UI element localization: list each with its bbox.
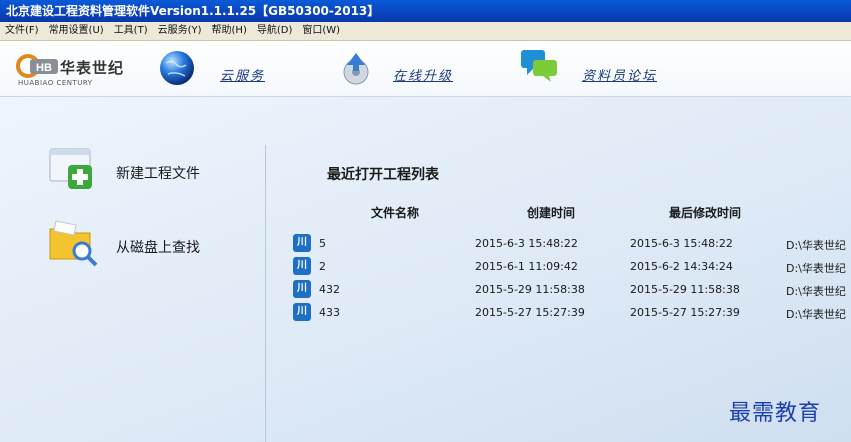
- upgrade-icon[interactable]: [337, 49, 375, 87]
- window-title: 北京建设工程资料管理软件Version1.1.1.25【GB50300-2013…: [0, 0, 851, 22]
- logo-name: 华表世纪: [60, 59, 125, 77]
- file-path: D:\华表世纪: [786, 308, 846, 321]
- project-file-icon: 川: [293, 257, 311, 275]
- menu-settings[interactable]: 常用设置(U): [44, 22, 109, 40]
- table-row[interactable]: 川 432 2015-5-29 11:58:38 2015-5-29 11:58…: [0, 279, 851, 301]
- project-file-icon: 川: [293, 303, 311, 321]
- modified-time: 2015-5-27 15:27:39: [630, 306, 740, 319]
- menu-cloud[interactable]: 云服务(Y): [153, 22, 207, 40]
- recent-projects-title: 最近打开工程列表: [327, 167, 439, 183]
- modified-time: 2015-6-2 14:34:24: [630, 260, 733, 273]
- project-file-icon: 川: [293, 280, 311, 298]
- menu-nav[interactable]: 导航(D): [252, 22, 298, 40]
- file-name[interactable]: 432: [319, 283, 340, 296]
- svg-text:HB: HB: [36, 62, 52, 74]
- cloud-service-link[interactable]: 云服务: [220, 65, 265, 84]
- new-project-label[interactable]: 新建工程文件: [116, 163, 200, 183]
- table-row[interactable]: 川 2 2015-6-1 11:09:42 2015-6-2 14:34:24 …: [0, 256, 851, 278]
- file-name[interactable]: 433: [319, 306, 340, 319]
- menu-help[interactable]: 帮助(H): [207, 22, 252, 40]
- file-path: D:\华表世纪: [786, 285, 846, 298]
- watermark: 最需教育: [729, 401, 822, 426]
- column-header-name: 文件名称: [371, 206, 420, 220]
- logo-icon: HB: [16, 54, 58, 78]
- column-header-created: 创建时间: [527, 206, 576, 220]
- chat-bubble-icon[interactable]: [519, 48, 559, 84]
- created-time: 2015-6-1 11:09:42: [475, 260, 578, 273]
- menu-tools[interactable]: 工具(T): [109, 22, 153, 40]
- table-row[interactable]: 川 433 2015-5-27 15:27:39 2015-5-27 15:27…: [0, 302, 851, 324]
- file-path: D:\华表世纪: [786, 262, 846, 275]
- menu-file[interactable]: 文件(F): [0, 22, 44, 40]
- project-file-icon: 川: [293, 234, 311, 252]
- file-name[interactable]: 2: [319, 260, 326, 273]
- created-time: 2015-5-27 15:27:39: [475, 306, 585, 319]
- file-path: D:\华表世纪: [786, 239, 846, 252]
- menu-window[interactable]: 窗口(W): [297, 22, 345, 40]
- modified-time: 2015-6-3 15:48:22: [630, 237, 733, 250]
- toolbar: HB 华表世纪 HUABIAO CENTURY 云服务 在线升级 资料员论坛: [0, 41, 851, 97]
- start-page: 新建工程文件 从磁盘上查找 最近打开工程列表 文件名称 创建时间 最后修改时间 …: [0, 97, 851, 442]
- globe-icon[interactable]: [158, 49, 196, 87]
- modified-time: 2015-5-29 11:58:38: [630, 283, 740, 296]
- logo-subtitle: HUABIAO CENTURY: [18, 79, 93, 87]
- created-time: 2015-6-3 15:48:22: [475, 237, 578, 250]
- menu-bar: 文件(F) 常用设置(U) 工具(T) 云服务(Y) 帮助(H) 导航(D) 窗…: [0, 22, 851, 41]
- new-file-icon[interactable]: [46, 143, 98, 191]
- forum-link[interactable]: 资料员论坛: [582, 65, 657, 84]
- table-row[interactable]: 川 5 2015-6-3 15:48:22 2015-6-3 15:48:22 …: [0, 233, 851, 255]
- created-time: 2015-5-29 11:58:38: [475, 283, 585, 296]
- file-name[interactable]: 5: [319, 237, 326, 250]
- column-header-modified: 最后修改时间: [669, 206, 742, 220]
- online-upgrade-link[interactable]: 在线升级: [393, 65, 453, 84]
